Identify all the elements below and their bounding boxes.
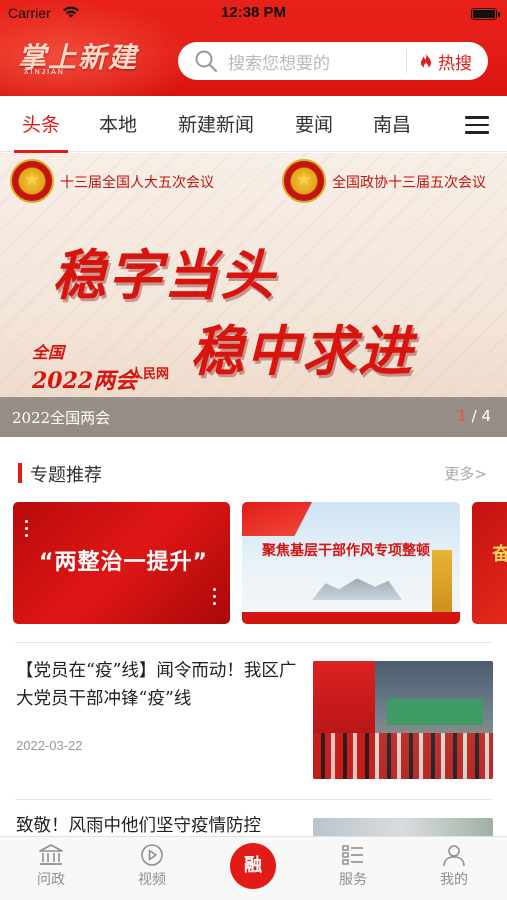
- hot-search-label: 热搜: [438, 53, 472, 74]
- card-flag-decoration: [242, 502, 312, 536]
- people-daily-logo: 人民网: [130, 367, 170, 382]
- banner-npc-label: 十三届全国人大五次会议: [60, 175, 214, 191]
- tab-xinjian-news[interactable]: 新建新闻: [178, 110, 254, 137]
- card-dots-top: [25, 520, 29, 541]
- news-thumbnail: [313, 818, 493, 838]
- banner-slogan-line2: 稳中求进: [190, 319, 414, 383]
- tabbar-wenzheng[interactable]: 问政: [11, 843, 91, 889]
- app-header: Carrier 12:38 PM 掌上新建 XINJIAN 搜索您想要的 热搜: [0, 0, 507, 96]
- banner-cppcc-label: 全国政协十三届五次会议: [332, 175, 486, 191]
- topic-card-partial[interactable]: 奋: [472, 502, 507, 624]
- great-wall-graphic: [312, 578, 402, 600]
- clock: 12:38 PM: [220, 4, 287, 21]
- logo-subtext: XINJIAN: [24, 69, 65, 76]
- banner-slogan-line1: 稳字当头: [52, 243, 276, 307]
- search-bar[interactable]: 搜索您想要的 热搜: [178, 42, 488, 80]
- person-icon: [443, 845, 465, 867]
- topics-section-header: 专题推荐 更多>: [0, 460, 507, 488]
- flame-icon: [421, 53, 431, 69]
- cppcc-emblem-icon: [282, 159, 326, 203]
- banner-carousel[interactable]: 十三届全国人大五次会议 全国政协十三届五次会议 稳字当头 稳中求进 全国 202…: [0, 153, 507, 437]
- pager-current: 1: [457, 407, 467, 425]
- hot-search-button[interactable]: 热搜: [419, 49, 472, 74]
- tab-nanchang[interactable]: 南昌: [373, 110, 411, 137]
- tabbar-label: 问政: [37, 872, 65, 888]
- service-list-icon: [342, 845, 363, 865]
- topic-card-liangzhengzhi[interactable]: “两整治一提升”: [13, 502, 230, 624]
- topic-card-grassroots[interactable]: 聚焦基层干部作风专项整顿: [242, 502, 460, 624]
- thumb-tent-graphic: [387, 699, 483, 725]
- two-sessions-badge: 全国 2022两会: [32, 339, 137, 395]
- news-title: 【党员在“疫”线】闻令而动！我区广大党员干部冲锋“疫”线: [16, 661, 297, 709]
- rong-center-button[interactable]: 融: [230, 843, 276, 889]
- topic-card-title: “两整治一提升”: [39, 550, 208, 575]
- tabbar-label: 我的: [440, 872, 468, 888]
- list-divider: [15, 799, 492, 800]
- channel-menu-icon[interactable]: [465, 116, 489, 134]
- national-emblem-icon: [10, 159, 54, 203]
- thumb-crowd-graphic: [313, 733, 493, 779]
- tab-local[interactable]: 本地: [99, 110, 137, 137]
- tab-important-news[interactable]: 要闻: [295, 110, 333, 137]
- topic-card-title: 奋: [492, 544, 507, 565]
- pager-total: / 4: [471, 407, 491, 425]
- app-logo: 掌上新建 XINJIAN: [18, 36, 148, 84]
- search-divider: [406, 49, 407, 73]
- play-icon: [141, 844, 163, 866]
- tabbar-mine[interactable]: 我的: [414, 843, 494, 889]
- banner-pager: 1 / 4: [457, 407, 491, 425]
- news-title: 致敬！风雨中他们坚守疫情防控: [16, 816, 261, 836]
- building-icon: [39, 844, 63, 865]
- section-accent-bar: [18, 463, 22, 483]
- list-divider: [15, 642, 492, 643]
- card-bottom-band: [242, 612, 460, 624]
- more-link[interactable]: 更多>: [444, 463, 487, 484]
- tabbar-service[interactable]: 服务: [313, 843, 393, 889]
- section-title: 专题推荐: [30, 465, 102, 486]
- status-bar: Carrier 12:38 PM: [0, 0, 507, 28]
- tab-toutiao[interactable]: 头条: [13, 110, 69, 153]
- battery-icon: [471, 8, 500, 20]
- news-thumbnail: [313, 661, 493, 779]
- badge-bottom-text: 2022两会: [32, 368, 138, 394]
- banner-caption: 2022全国两会: [12, 409, 111, 427]
- tabbar-label: 视频: [138, 872, 166, 888]
- news-date: 2022-03-22: [16, 738, 83, 753]
- search-icon: [195, 50, 218, 73]
- badge-top-text: 全国: [32, 343, 65, 362]
- banner-caption-bar: 2022全国两会 1 / 4: [0, 397, 507, 437]
- category-tabs: 头条 本地 新建新闻 要闻 南昌: [0, 96, 507, 153]
- card-dots-bottom: [213, 588, 217, 609]
- topic-card-title: 聚焦基层干部作风专项整顿: [262, 543, 430, 559]
- tabbar-label: 服务: [339, 872, 367, 888]
- search-input[interactable]: 搜索您想要的: [228, 49, 406, 74]
- tabbar-video[interactable]: 视频: [112, 843, 192, 889]
